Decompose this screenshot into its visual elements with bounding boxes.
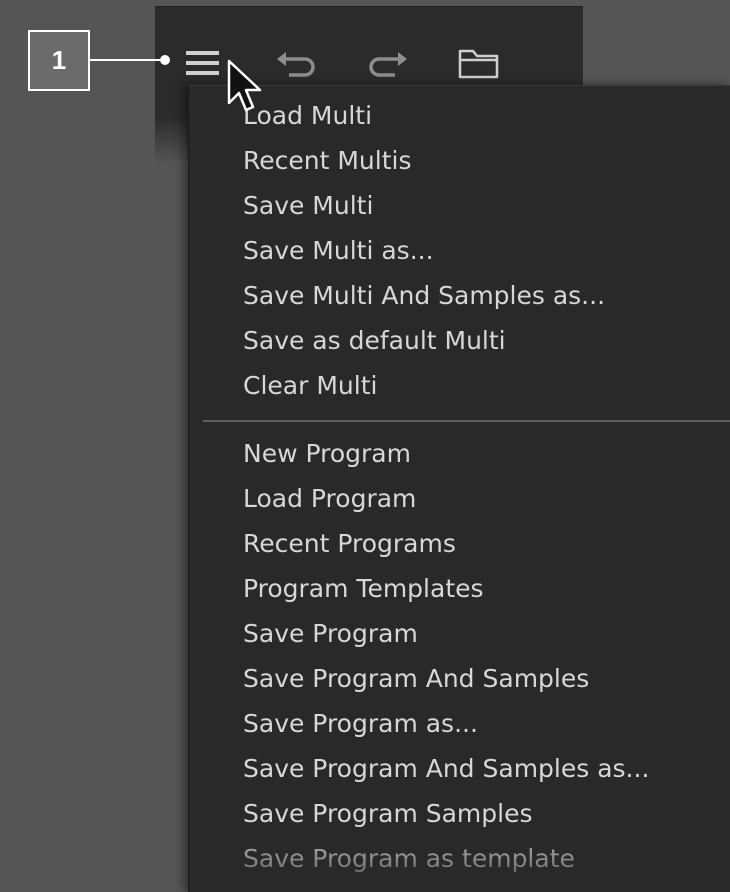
menu-item-save-program-and-samples[interactable]: Save Program And Samples xyxy=(243,661,589,697)
callout-line xyxy=(90,59,164,61)
menu-item-save-program-and-samples-as[interactable]: Save Program And Samples as... xyxy=(243,751,649,787)
mouse-pointer-icon xyxy=(226,59,264,119)
menu-item-recent-programs[interactable]: Recent Programs xyxy=(243,526,456,562)
menu-separator xyxy=(203,420,730,422)
hamburger-menu-button[interactable] xyxy=(183,45,223,85)
callout-number-badge: 1 xyxy=(28,30,90,91)
menu-item-save-program-as-template[interactable]: Save Program as template xyxy=(243,841,575,877)
menu-item-new-program[interactable]: New Program xyxy=(243,436,411,472)
menu-item-program-templates[interactable]: Program Templates xyxy=(243,571,484,607)
menu-item-save-program-samples[interactable]: Save Program Samples xyxy=(243,796,533,832)
menu-item-save-multi-and-samples-as[interactable]: Save Multi And Samples as... xyxy=(243,278,605,314)
menu-item-save-multi-as[interactable]: Save Multi as... xyxy=(243,233,434,269)
file-menu-dropdown: Load Multi Recent Multis Save Multi Save… xyxy=(188,85,730,892)
menu-item-load-program[interactable]: Load Program xyxy=(243,481,416,517)
menu-item-save-multi[interactable]: Save Multi xyxy=(243,188,373,224)
redo-button[interactable] xyxy=(367,45,407,85)
hamburger-menu-icon xyxy=(185,48,221,82)
folder-button[interactable] xyxy=(458,45,500,85)
toolbar-shadow xyxy=(155,116,189,164)
undo-button[interactable] xyxy=(277,45,317,85)
menu-item-clear-multi[interactable]: Clear Multi xyxy=(243,368,377,404)
undo-icon xyxy=(275,48,319,82)
menu-item-save-as-default-multi[interactable]: Save as default Multi xyxy=(243,323,506,359)
callout-dot xyxy=(160,55,170,65)
menu-item-save-program[interactable]: Save Program xyxy=(243,616,418,652)
redo-icon xyxy=(365,48,409,82)
menu-item-save-program-as[interactable]: Save Program as... xyxy=(243,706,478,742)
folder-icon xyxy=(458,47,500,83)
menu-item-recent-multis[interactable]: Recent Multis xyxy=(243,143,411,179)
